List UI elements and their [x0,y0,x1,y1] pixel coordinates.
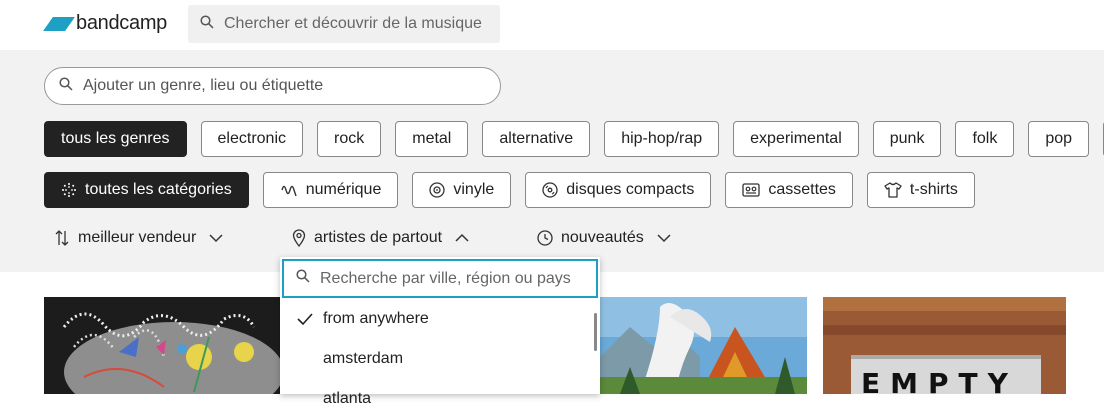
search-icon [59,76,73,96]
location-pin-icon [292,229,306,247]
album-cover-image [600,297,807,394]
album-card[interactable] [44,297,280,394]
album-cover-image [44,297,280,394]
waveform-icon [280,182,298,198]
sort-arrows-icon [54,229,70,247]
vinyl-icon [429,182,446,198]
genre-search-input[interactable]: Ajouter un genre, lieu ou étiquette [44,67,501,105]
location-dropdown-menu: Recherche par ville, région ou pays from… [280,257,600,407]
genre-pill-rock[interactable]: rock [317,121,382,157]
genre-pills: tous les genres electronic rock metal al… [44,121,1104,157]
site-search-placeholder: Chercher et découvrir de la musique [224,15,482,32]
chevron-down-icon [656,233,672,243]
bandcamp-logo[interactable]: bandcamp [43,12,167,35]
sort-location-label: artistes de partout [314,229,443,246]
category-pills: toutes les catégories numérique vinyle d… [44,172,989,208]
location-option-label: amsterdam [323,350,404,367]
location-option-anywhere[interactable]: from anywhere [280,301,590,337]
category-pill-vinyl[interactable]: vinyle [412,172,512,208]
clock-icon [537,230,553,246]
genre-pill-pop[interactable]: pop [1028,121,1090,157]
genre-pill-hip-hop[interactable]: hip-hop/rap [604,121,720,157]
all-categories-icon [61,182,77,198]
location-option-amsterdam[interactable]: amsterdam [280,341,590,377]
location-search-placeholder: Recherche par ville, région ou pays [320,269,571,287]
album-cover-text: EMPTY [861,367,1018,394]
genre-pill-electronic[interactable]: electronic [200,121,303,157]
sort-row: meilleur vendeur artistes de partout nou… [0,225,1104,255]
chevron-up-icon [454,233,470,243]
category-pill-tshirt[interactable]: t-shirts [866,172,975,208]
location-option-atlanta[interactable]: atlanta [280,381,590,417]
search-icon [200,14,214,34]
genre-pill-punk[interactable]: punk [872,121,942,157]
category-pill-cd[interactable]: disques compacts [525,172,712,208]
logo-text: bandcamp [76,12,167,34]
dropdown-scrollbar[interactable] [594,313,597,351]
category-pill-digital-label: numérique [305,181,382,198]
cassette-icon [742,183,760,197]
genre-pill-folk[interactable]: folk [955,121,1015,157]
compact-disc-icon [542,182,558,198]
chevron-down-icon [208,233,224,243]
category-pill-digital[interactable]: numérique [262,172,399,208]
checkmark-icon [296,312,323,326]
category-pill-cassette-label: cassettes [768,181,836,198]
sort-bestseller-label: meilleur vendeur [78,229,197,246]
genre-search-placeholder: Ajouter un genre, lieu ou étiquette [83,77,324,94]
top-bar: bandcamp Chercher et découvrir de la mus… [0,0,1104,50]
location-option-label: from anywhere [323,310,429,327]
category-pill-all[interactable]: toutes les catégories [44,172,249,208]
genre-pill-all[interactable]: tous les genres [44,121,187,157]
location-option-label: atlanta [323,390,372,407]
sort-location-dropdown[interactable]: artistes de partout [292,229,470,247]
location-search-input[interactable]: Recherche par ville, région ou pays [282,259,598,298]
genre-pill-alternative[interactable]: alternative [482,121,591,157]
genre-pill-experimental[interactable]: experimental [733,121,859,157]
category-pill-tshirt-label: t-shirts [909,181,958,198]
category-pill-cassette[interactable]: cassettes [725,172,853,208]
sort-bestseller-dropdown[interactable]: meilleur vendeur [54,229,224,247]
sort-recency-label: nouveautés [561,229,644,246]
logo-mark-icon [43,16,75,31]
category-pill-cd-label: disques compacts [566,181,695,198]
genre-pill-metal[interactable]: metal [395,121,469,157]
sort-recency-dropdown[interactable]: nouveautés [537,229,672,247]
tshirt-icon [884,182,902,198]
category-pill-vinyl-label: vinyle [453,181,495,198]
site-search-input[interactable]: Chercher et découvrir de la musique [188,5,500,43]
category-pill-all-label: toutes les catégories [85,181,232,198]
album-card[interactable] [600,297,807,394]
search-icon [296,269,310,288]
discover-filter-panel: Ajouter un genre, lieu ou étiquette tous… [0,50,1104,272]
album-card[interactable]: EMPTY [823,297,1066,394]
